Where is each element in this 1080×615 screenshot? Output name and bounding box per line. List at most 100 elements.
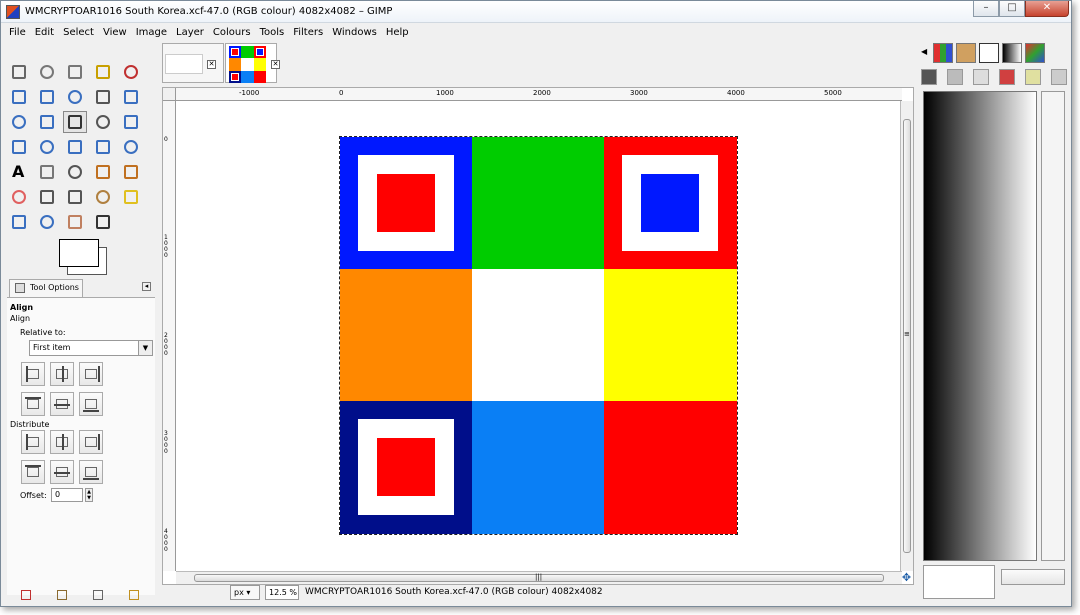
rotate-tool[interactable]	[119, 111, 143, 133]
minimize-button[interactable]: –	[973, 1, 999, 17]
free-select-tool[interactable]	[63, 61, 87, 83]
close-icon[interactable]: ✕	[207, 60, 216, 69]
move-tool[interactable]	[35, 111, 59, 133]
smudge-tool[interactable]	[63, 211, 87, 233]
foreground-color-swatch[interactable]	[59, 239, 99, 267]
flip-tool[interactable]	[91, 136, 115, 158]
tab-colormap[interactable]	[1025, 43, 1045, 63]
perspective-tool[interactable]	[63, 136, 87, 158]
maximize-button[interactable]: □	[999, 1, 1025, 17]
tab-patterns[interactable]	[956, 43, 976, 63]
align-bottom-button[interactable]	[79, 392, 103, 416]
distribute-right-button[interactable]	[79, 430, 103, 454]
brush-list-strip[interactable]	[1041, 91, 1065, 561]
menu-colours[interactable]: Colours	[213, 27, 251, 38]
save-options-icon[interactable]	[21, 590, 31, 600]
gradient-preview[interactable]	[923, 91, 1037, 561]
delete-options-icon[interactable]	[93, 590, 103, 600]
undo-icon[interactable]	[999, 69, 1015, 85]
scissors-tool[interactable]	[7, 86, 31, 108]
menu-image[interactable]: Image	[136, 27, 167, 38]
bucket-fill-tool[interactable]	[35, 161, 59, 183]
menu-layer[interactable]: Layer	[176, 27, 204, 38]
airbrush-tool[interactable]	[35, 186, 59, 208]
unit-select[interactable]: px ▾	[230, 585, 260, 600]
distribute-left-button[interactable]	[21, 430, 45, 454]
tab-south-korea-image[interactable]: ✕	[225, 43, 280, 83]
history-icon[interactable]	[1025, 69, 1041, 85]
menu-select[interactable]: Select	[63, 27, 94, 38]
shear-tool[interactable]	[35, 136, 59, 158]
horizontal-scroll-thumb[interactable]: |||	[194, 573, 884, 582]
menu-view[interactable]: View	[103, 27, 127, 38]
more-icon[interactable]	[1051, 69, 1067, 85]
scale-tool[interactable]	[7, 136, 31, 158]
close-button[interactable]: ✕	[1025, 1, 1069, 17]
tab-gradients[interactable]	[1002, 43, 1022, 63]
fuzzy-select-tool[interactable]	[91, 61, 115, 83]
tab-tool-options[interactable]: Tool Options	[9, 279, 83, 297]
paths-tool[interactable]	[63, 86, 87, 108]
tab-brushes[interactable]	[979, 43, 999, 63]
align-tool[interactable]	[63, 111, 87, 133]
cage-tool[interactable]	[119, 136, 143, 158]
clone-tool[interactable]	[91, 186, 115, 208]
ellipse-select-tool[interactable]	[35, 61, 59, 83]
heal-tool[interactable]	[119, 186, 143, 208]
offset-stepper[interactable]: ▲ ▼	[85, 488, 93, 502]
measure-tool[interactable]	[7, 111, 31, 133]
eraser-tool[interactable]	[7, 186, 31, 208]
zoom-tool[interactable]	[119, 86, 143, 108]
menu-windows[interactable]: Windows	[332, 27, 377, 38]
menu-filters[interactable]: Filters	[293, 27, 323, 38]
perspective-clone-tool[interactable]	[7, 211, 31, 233]
distribute-top-button[interactable]	[21, 460, 45, 484]
horizontal-ruler[interactable]: -1000 0 1000 2000 3000 4000 5000	[176, 88, 902, 101]
distribute-center-button[interactable]	[50, 430, 74, 454]
dock-arrow-icon[interactable]: ◀	[921, 47, 927, 56]
layers-icon[interactable]	[921, 69, 937, 85]
edit-brush-button[interactable]	[1001, 569, 1065, 585]
menu-help[interactable]: Help	[386, 27, 409, 38]
rect-select-tool[interactable]	[7, 61, 31, 83]
align-middle-button[interactable]	[50, 392, 74, 416]
tab-blank-image[interactable]: ✕	[162, 43, 224, 83]
offset-input[interactable]: 0	[51, 488, 83, 502]
paintbrush-tool[interactable]	[119, 161, 143, 183]
pencil-tool[interactable]	[91, 161, 115, 183]
blur-tool[interactable]	[35, 211, 59, 233]
channels-icon[interactable]	[947, 69, 963, 85]
distribute-middle-button[interactable]	[50, 460, 74, 484]
close-icon[interactable]: ✕	[271, 60, 280, 69]
panel-menu-icon[interactable]: ◂	[142, 282, 151, 291]
menu-file[interactable]: File	[9, 27, 26, 38]
crop-tool[interactable]	[91, 111, 115, 133]
align-right-button[interactable]	[79, 362, 103, 386]
menu-edit[interactable]: Edit	[35, 27, 54, 38]
relative-to-select[interactable]: First item ▼	[29, 340, 153, 356]
tab-palette[interactable]	[933, 43, 953, 63]
image-canvas[interactable]	[339, 136, 738, 535]
reset-options-icon[interactable]	[129, 590, 139, 600]
color-select-tool[interactable]	[119, 61, 143, 83]
navigate-icon[interactable]: ✥	[900, 571, 913, 584]
paths-icon[interactable]	[973, 69, 989, 85]
dodge-burn-tool[interactable]	[91, 211, 115, 233]
blend-tool[interactable]	[63, 161, 87, 183]
vertical-scroll-thumb[interactable]: ≡	[903, 119, 911, 553]
ink-tool[interactable]	[63, 186, 87, 208]
vertical-scrollbar[interactable]: ≡	[900, 101, 913, 571]
horizontal-scrollbar[interactable]: |||	[176, 571, 902, 584]
color-picker-tool[interactable]	[91, 86, 115, 108]
align-center-button[interactable]	[50, 362, 74, 386]
zoom-select[interactable]: 12.5 %	[265, 585, 299, 600]
canvas-area[interactable]: -1000 0 1000 2000 3000 4000 5000 0 1000 …	[162, 87, 914, 585]
menu-tools[interactable]: Tools	[260, 27, 285, 38]
fg-bg-colors[interactable]	[59, 239, 109, 275]
ruler-corner[interactable]	[163, 88, 176, 101]
align-top-button[interactable]	[21, 392, 45, 416]
align-left-button[interactable]	[21, 362, 45, 386]
restore-options-icon[interactable]	[57, 590, 67, 600]
text-tool[interactable]: A	[7, 161, 31, 183]
vertical-ruler[interactable]: 0 1000 2000 3000 4000	[163, 101, 176, 571]
